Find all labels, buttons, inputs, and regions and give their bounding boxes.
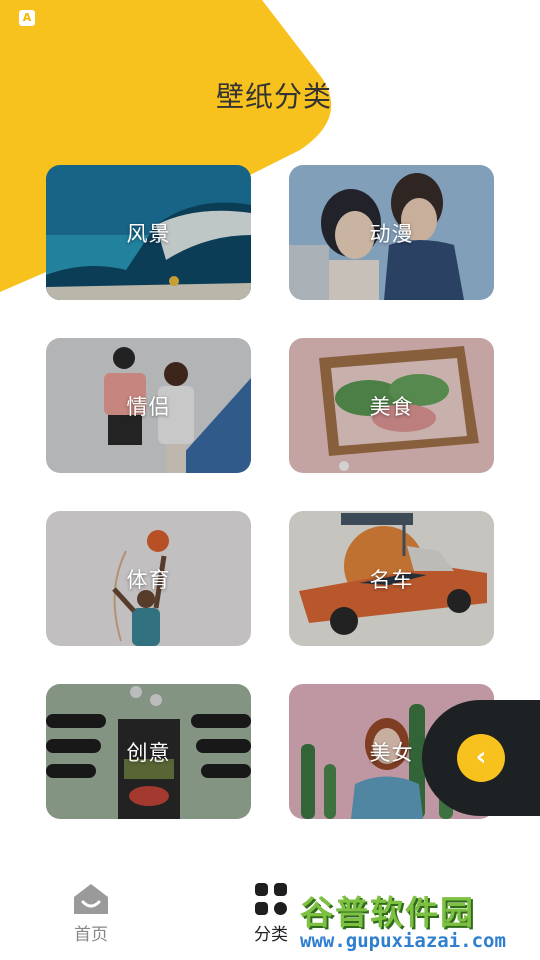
category-card-creative[interactable]: 创意	[46, 684, 251, 819]
nav-label-category: 分类	[254, 925, 288, 945]
app-logo-icon: A	[19, 10, 35, 26]
nav-item-home[interactable]: 首页	[66, 882, 116, 945]
chevron-left-icon[interactable]: ‹	[457, 734, 505, 782]
page-title: 壁纸分类	[216, 80, 333, 113]
watermark: 谷普软件园 www.gupuxiazai.com	[296, 884, 540, 958]
category-card-couple[interactable]: 情侣	[46, 338, 251, 473]
watermark-title: 谷普软件园	[300, 893, 475, 932]
category-card-scenery[interactable]: 风景	[46, 165, 251, 300]
category-card-cars[interactable]: 名车	[289, 511, 494, 646]
category-card-sports[interactable]: 体育	[46, 511, 251, 646]
category-label: 名车	[369, 567, 414, 592]
watermark-url: www.gupuxiazai.com	[300, 930, 506, 952]
category-label: 创意	[126, 740, 171, 765]
category-label: 情侣	[126, 394, 171, 419]
home-icon	[74, 884, 108, 914]
category-label: 体育	[126, 567, 171, 592]
category-label: 动漫	[369, 221, 414, 246]
nav-item-category[interactable]: 分类	[246, 882, 296, 945]
category-card-anime[interactable]: 动漫	[289, 165, 494, 300]
grid-icon	[255, 883, 287, 915]
category-label: 风景	[126, 221, 171, 246]
category-grid: 风景 动漫 情侣 美食 体育 名车 创意 美女	[46, 165, 494, 819]
nav-label-home: 首页	[74, 925, 108, 945]
category-label: 美食	[369, 394, 414, 419]
category-card-food[interactable]: 美食	[289, 338, 494, 473]
